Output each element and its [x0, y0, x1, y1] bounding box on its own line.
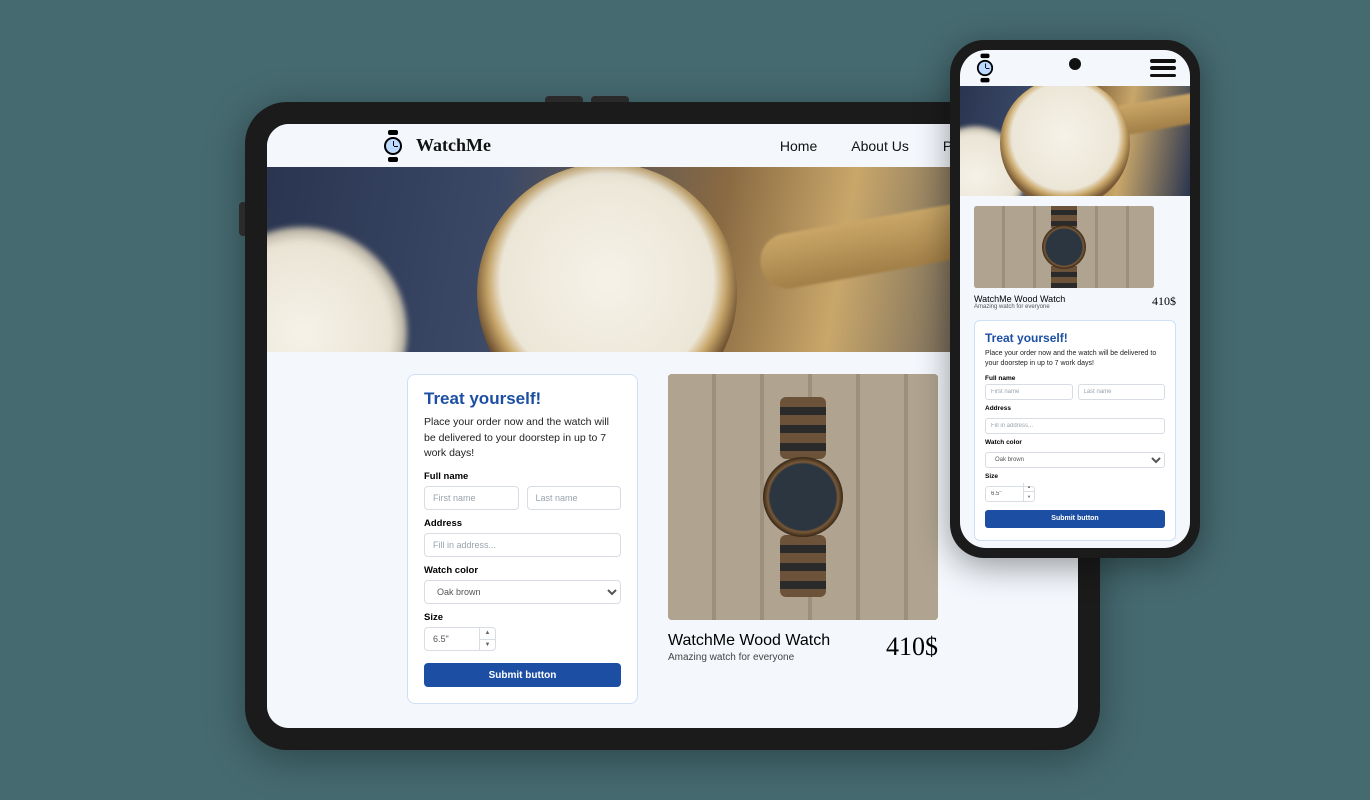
mobile-watch-color-label: Watch color: [985, 439, 1165, 446]
product-column: WatchMe Wood Watch Amazing watch for eve…: [668, 374, 938, 663]
nav-home[interactable]: Home: [780, 138, 817, 154]
watch-color-label: Watch color: [424, 565, 621, 576]
stepper-down-icon[interactable]: ▼: [480, 640, 495, 651]
first-name-input[interactable]: [424, 486, 519, 510]
form-lead: Place your order now and the watch will …: [424, 415, 621, 461]
brand[interactable]: WatchMe: [382, 133, 491, 159]
size-label: Size: [424, 612, 621, 623]
nav-about[interactable]: About Us: [851, 138, 909, 154]
mobile-address-input[interactable]: [985, 418, 1165, 434]
mobile-product-price: 410$: [1152, 294, 1176, 309]
mobile-size-label: Size: [985, 473, 1165, 480]
size-stepper[interactable]: ▲ ▼: [479, 628, 495, 650]
stepper-up-icon[interactable]: ▲: [1024, 483, 1034, 493]
phone-screen: WatchMe Wood Watch Amazing watch for eve…: [960, 50, 1190, 548]
mobile-last-name-input[interactable]: [1078, 384, 1166, 400]
product-tagline: Amazing watch for everyone: [668, 652, 830, 663]
last-name-input[interactable]: [527, 486, 622, 510]
address-label: Address: [424, 518, 621, 529]
phone-device-frame: WatchMe Wood Watch Amazing watch for eve…: [950, 40, 1200, 558]
mobile-hero-image: [960, 86, 1190, 196]
hamburger-menu-icon[interactable]: [1150, 59, 1176, 77]
submit-button[interactable]: Submit button: [424, 663, 621, 687]
mobile-address-label: Address: [985, 405, 1165, 412]
mobile-product-image: [974, 206, 1154, 288]
address-input[interactable]: [424, 533, 621, 557]
phone-camera-icon: [1069, 58, 1081, 70]
product-name: WatchMe Wood Watch: [668, 632, 830, 650]
mobile-form-title: Treat yourself!: [985, 331, 1165, 345]
mobile-product-tagline: Amazing watch for everyone: [974, 304, 1065, 310]
mobile-full-name-label: Full name: [985, 375, 1165, 382]
mobile-body: WatchMe Wood Watch Amazing watch for eve…: [960, 196, 1190, 548]
mobile-order-form-card: Treat yourself! Place your order now and…: [974, 320, 1176, 541]
product-price: 410$: [886, 632, 938, 662]
brand-name: WatchMe: [416, 135, 491, 156]
watch-logo-icon[interactable]: [975, 56, 995, 79]
full-name-label: Full name: [424, 471, 621, 482]
mobile-submit-button[interactable]: Submit button: [985, 510, 1165, 528]
form-title: Treat yourself!: [424, 389, 621, 409]
product-image: [668, 374, 938, 620]
watch-color-select[interactable]: Oak brown: [424, 580, 621, 604]
mobile-first-name-input[interactable]: [985, 384, 1073, 400]
mobile-form-lead: Place your order now and the watch will …: [985, 349, 1165, 369]
watch-logo-icon: [382, 133, 404, 159]
mobile-watch-color-select[interactable]: Oak brown: [985, 452, 1165, 468]
mobile-product-name: WatchMe Wood Watch: [974, 294, 1065, 304]
stepper-up-icon[interactable]: ▲: [480, 628, 495, 640]
order-form-card: Treat yourself! Place your order now and…: [407, 374, 638, 704]
stepper-down-icon[interactable]: ▼: [1024, 492, 1034, 501]
mobile-size-stepper[interactable]: ▲ ▼: [1023, 483, 1034, 501]
